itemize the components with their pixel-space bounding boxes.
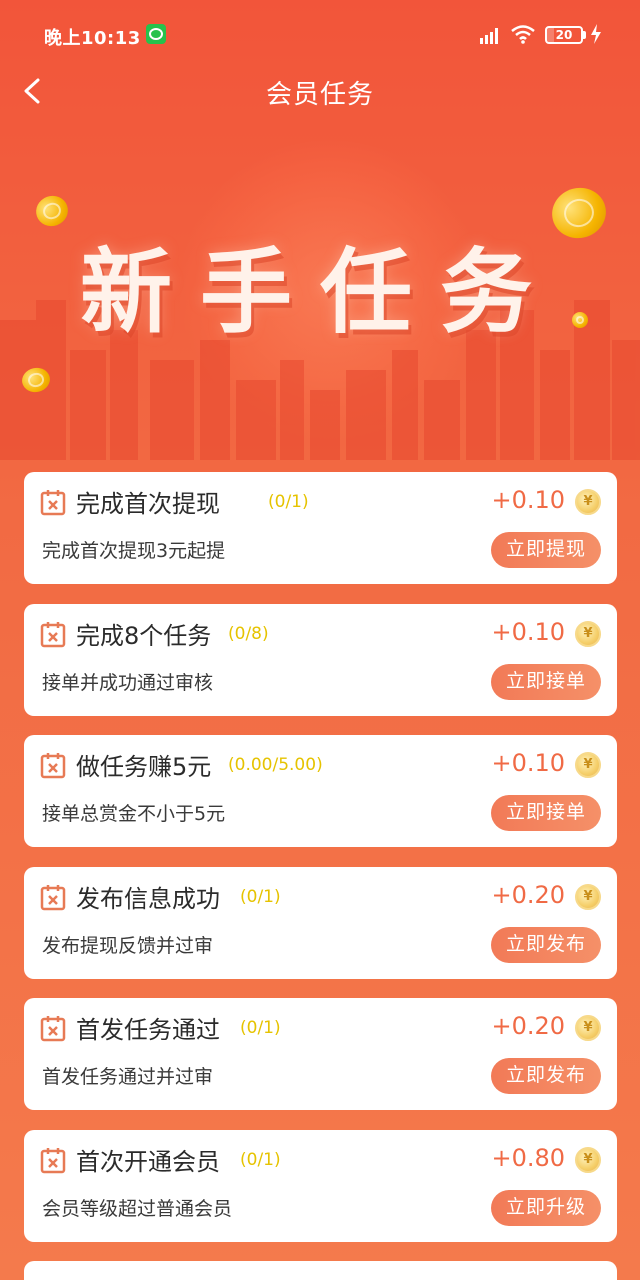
publish-now-button[interactable]: 立即发布: [491, 1058, 601, 1094]
calendar-x-icon: [40, 884, 66, 910]
status-bar: 晚上10:13 20: [0, 0, 640, 60]
coin-icon: ¥: [575, 752, 601, 778]
task-card: 完成8个任务 (0/8) +0.10 ¥ 接单并成功通过审核 立即接单: [24, 603, 617, 716]
task-description: 完成首次提现3元起提: [42, 540, 226, 562]
task-title: 首次开通会员: [76, 1147, 220, 1176]
coin-icon: ¥: [575, 620, 601, 647]
task-reward: +0.10: [491, 749, 565, 777]
task-progress: (0.00/5.00): [228, 755, 323, 775]
calendar-x-icon: [40, 1016, 66, 1042]
calendar-x-icon: [40, 1147, 66, 1173]
wechat-icon: [146, 24, 166, 44]
task-progress: (0/8): [228, 623, 269, 644]
task-reward: +0.10: [491, 617, 565, 646]
task-description: 接单并成功通过审核: [42, 671, 214, 694]
coin-icon: ¥: [575, 1015, 601, 1041]
task-title: 发布信息成功: [76, 884, 220, 913]
task-description: 接单总赏金不小于5元: [42, 803, 226, 825]
task-title: 做任务赚5元: [76, 753, 212, 781]
calendar-x-icon: [40, 753, 66, 779]
battery-icon: 20: [545, 26, 583, 44]
signal-icon: [480, 28, 498, 44]
task-reward: +0.10: [491, 486, 565, 514]
task-list: 完成首次提现 (0/1) +0.10 ¥ 完成首次提现3元起提 立即提现 完成8…: [24, 472, 617, 1280]
task-title: 完成首次提现: [76, 490, 220, 518]
banner-headline: 新手任务: [79, 239, 560, 346]
task-progress: (0/1): [240, 1018, 281, 1038]
battery-level: 20: [555, 28, 573, 42]
task-progress: (0/1): [240, 1149, 281, 1170]
task-card: 首发任务通过 (0/1) +0.20 ¥ 首发任务通过并过审 立即发布: [24, 998, 617, 1110]
task-progress: (0/1): [240, 886, 281, 907]
task-description: 首发任务通过并过审: [42, 1066, 214, 1088]
accept-order-button[interactable]: 立即接单: [491, 795, 601, 831]
withdraw-now-button[interactable]: 立即提现: [491, 532, 601, 568]
task-reward: +0.20: [491, 880, 565, 909]
task-card: 做任务赚5元 (0.00/5.00) +0.10 ¥ 接单总赏金不小于5元 立即…: [24, 735, 617, 847]
banner: 新手任务: [0, 120, 640, 460]
nav-bar: 会员任务: [0, 60, 640, 120]
calendar-x-icon: [40, 490, 66, 516]
upgrade-now-button[interactable]: 立即升级: [491, 1189, 601, 1226]
charging-icon: [591, 24, 601, 44]
accept-order-button[interactable]: 立即接单: [491, 663, 601, 700]
task-title: 完成8个任务: [76, 621, 212, 650]
calendar-x-icon: [40, 621, 66, 647]
task-reward: +0.20: [491, 1012, 565, 1040]
coin-icon: ¥: [575, 489, 601, 515]
task-reward: +0.80: [491, 1143, 565, 1172]
battery-tip: [583, 31, 586, 39]
wifi-icon: [511, 25, 535, 44]
task-card-partial: [24, 1261, 617, 1280]
publish-now-button[interactable]: 立即发布: [491, 926, 601, 963]
task-card: 首次开通会员 (0/1) +0.80 ¥ 会员等级超过普通会员 立即升级: [24, 1129, 617, 1242]
page-title: 会员任务: [265, 80, 374, 110]
task-title: 首发任务通过: [76, 1016, 220, 1044]
status-time: 晚上10:13: [44, 28, 141, 49]
task-description: 会员等级超过普通会员: [42, 1197, 233, 1220]
task-progress: (0/1): [268, 492, 309, 512]
coin-icon: ¥: [575, 883, 601, 910]
task-description: 发布提现反馈并过审: [42, 934, 214, 957]
task-card: 完成首次提现 (0/1) +0.10 ¥ 完成首次提现3元起提 立即提现: [24, 472, 617, 584]
task-card: 发布信息成功 (0/1) +0.20 ¥ 发布提现反馈并过审 立即发布: [24, 866, 617, 979]
coin-icon: ¥: [575, 1146, 601, 1173]
